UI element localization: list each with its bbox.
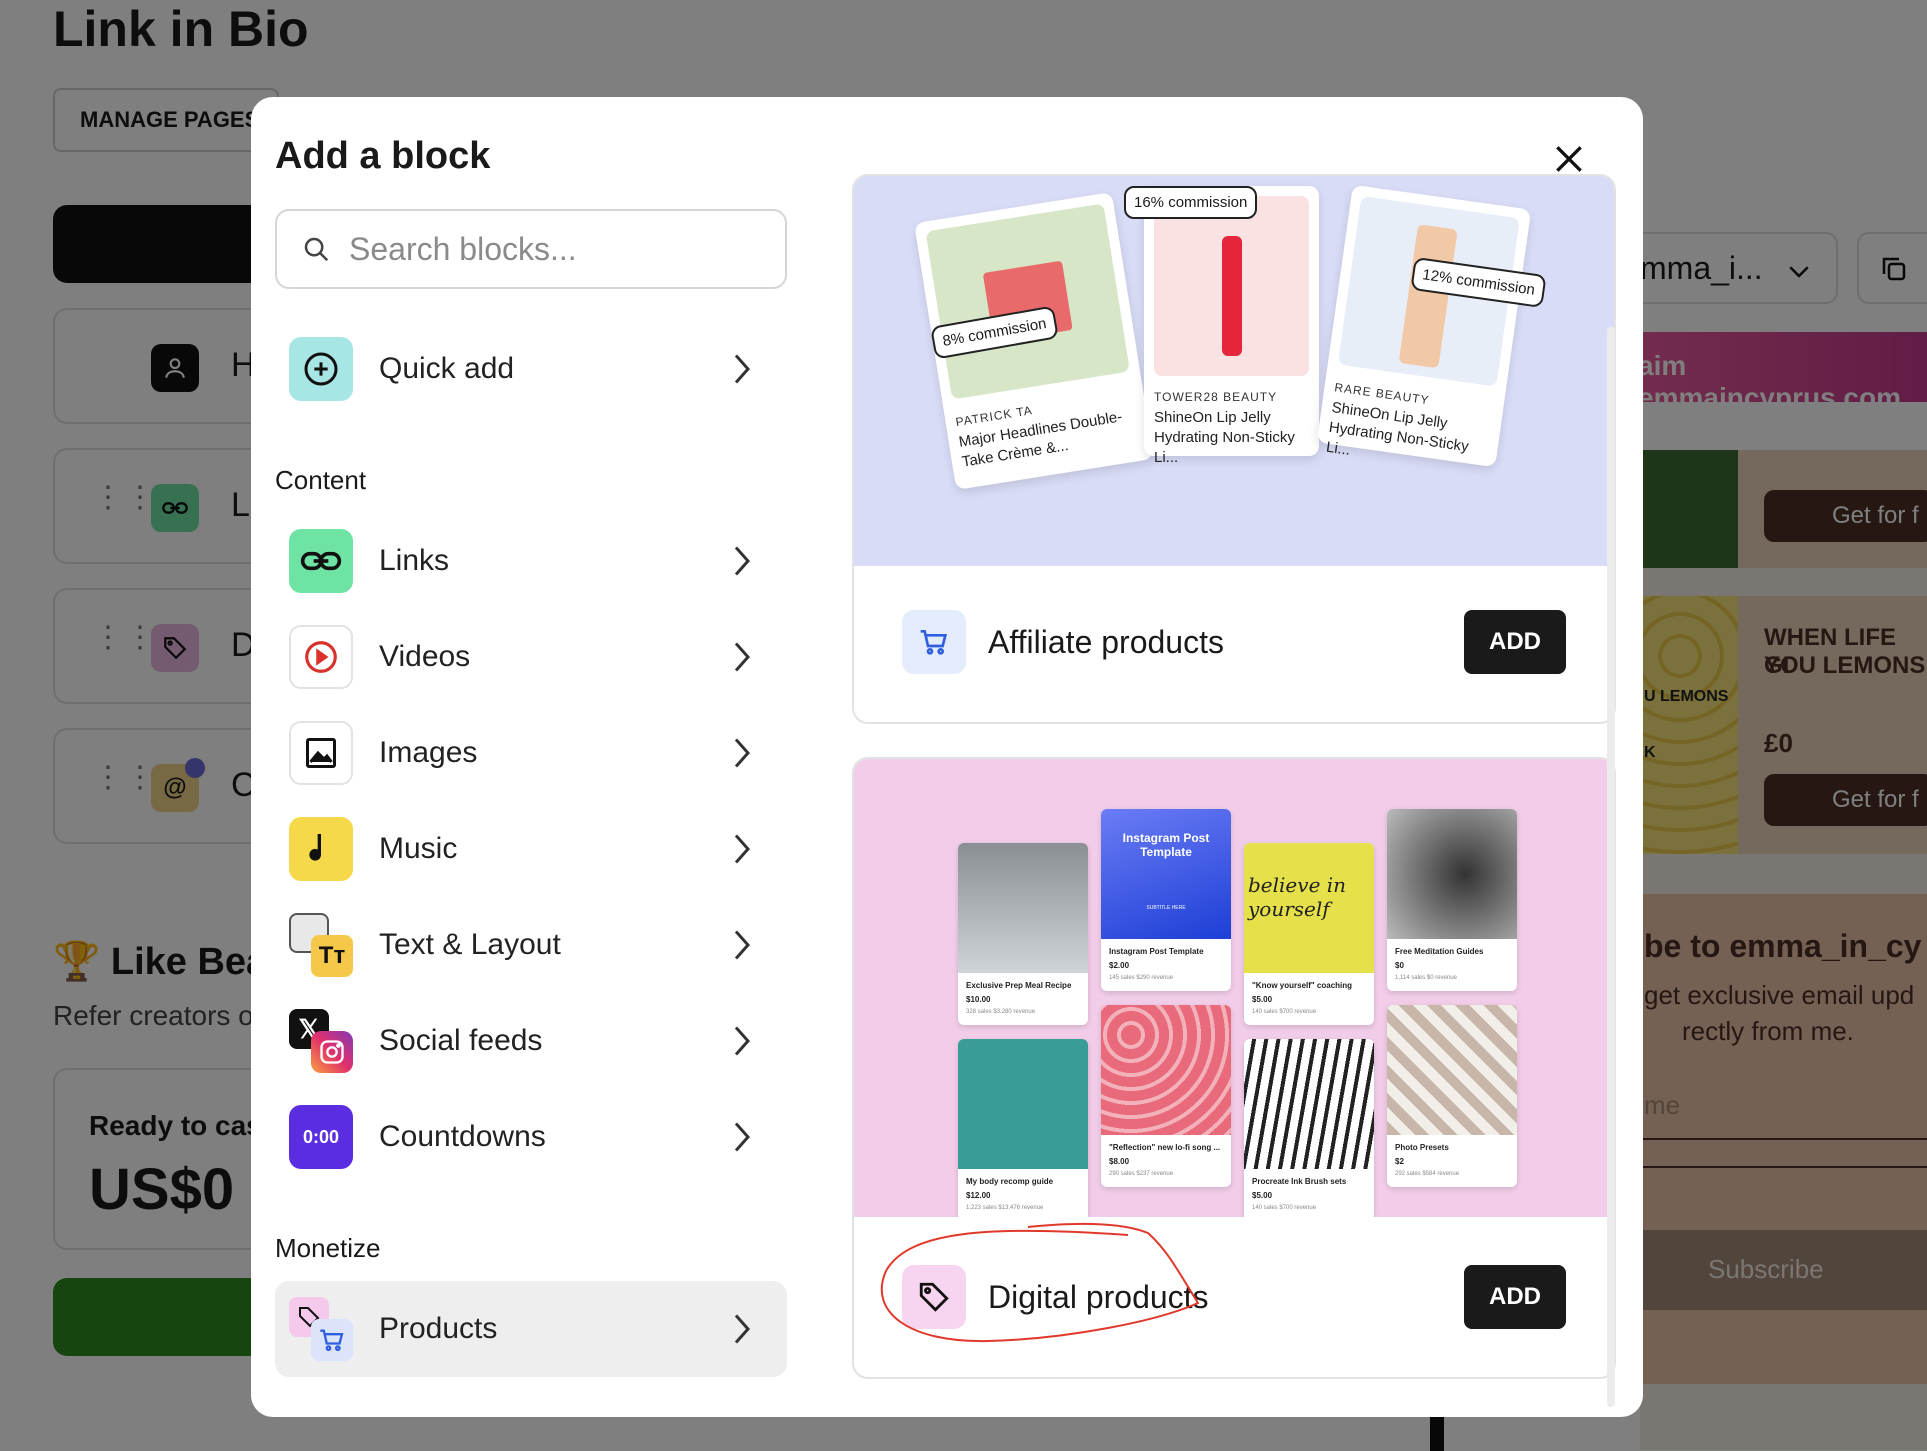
digital-product-tile: Procreate Ink Brush sets $5.00 140 sales… bbox=[1244, 1039, 1374, 1217]
tile-price: $2.00 bbox=[1109, 961, 1130, 970]
digital-product-tile: Free Meditation Guides $0 1,114 sales $0… bbox=[1387, 809, 1517, 991]
social-feeds-icon: 𝕏 bbox=[289, 1009, 353, 1073]
tile-price: $12.00 bbox=[966, 1191, 991, 1200]
product-brand: TOWER28 BEAUTY bbox=[1154, 390, 1278, 404]
block-options-list: PATRICK TA Major Headlines Double-Take C… bbox=[852, 174, 1624, 1417]
digital-product-tile: Instagram Post Template SUBTITLE HERE In… bbox=[1101, 809, 1231, 991]
digital-preview: Exclusive Prep Meal Recipe $10.00 328 sa… bbox=[854, 759, 1614, 1217]
tile-name: My body recomp guide bbox=[966, 1177, 1054, 1186]
tile-name: Exclusive Prep Meal Recipe bbox=[966, 981, 1072, 990]
affiliate-product-card: RARE BEAUTY ShineOn Lip Jelly Hydrating … bbox=[1316, 184, 1532, 468]
tile-name: "Know yourself" coaching bbox=[1252, 981, 1353, 990]
tile-name: Free Meditation Guides bbox=[1395, 947, 1484, 956]
chevron-right-icon bbox=[734, 1122, 751, 1152]
digital-product-tile: Exclusive Prep Meal Recipe $10.00 328 sa… bbox=[958, 843, 1088, 1025]
template-title: Instagram Post Template bbox=[1122, 831, 1210, 859]
chevron-right-icon bbox=[734, 546, 751, 576]
section-label-content: Content bbox=[275, 465, 367, 495]
menu-item-label: Social feeds bbox=[379, 1024, 543, 1057]
menu-item-countdowns[interactable]: 0:00 Countdowns bbox=[275, 1089, 787, 1185]
menu-item-text-layout[interactable]: Tт Text & Layout bbox=[275, 897, 787, 993]
products-icon bbox=[289, 1297, 353, 1361]
menu-item-label: Quick add bbox=[379, 352, 515, 385]
link-icon bbox=[289, 529, 353, 593]
tile-name: Instagram Post Template bbox=[1109, 947, 1204, 956]
digital-product-tile: "Reflection" new lo-fi song ... $8.00 29… bbox=[1101, 1005, 1231, 1187]
menu-item-label: Music bbox=[379, 832, 458, 865]
tile-stats: 1,114 sales $0 revenue bbox=[1395, 975, 1457, 981]
tile-name: Procreate Ink Brush sets bbox=[1252, 1177, 1347, 1186]
chevron-right-icon bbox=[734, 354, 751, 384]
chevron-right-icon bbox=[734, 1026, 751, 1056]
tile-name: "Reflection" new lo-fi song ... bbox=[1109, 1143, 1221, 1152]
text-layout-icon: Tт bbox=[289, 913, 353, 977]
play-icon bbox=[289, 625, 353, 689]
menu-item-music[interactable]: Music bbox=[275, 801, 787, 897]
menu-item-videos[interactable]: Videos bbox=[275, 609, 787, 705]
commission-badge: 16% commission bbox=[1124, 186, 1258, 219]
music-note-icon bbox=[289, 817, 353, 881]
tile-name: Photo Presets bbox=[1395, 1143, 1449, 1152]
card-label: Affiliate products bbox=[988, 623, 1224, 660]
menu-item-label: Products bbox=[379, 1312, 498, 1345]
menu-item-social-feeds[interactable]: 𝕏 Social feeds bbox=[275, 993, 787, 1089]
cart-icon bbox=[902, 610, 966, 674]
tile-stats: 140 sales $700 revenue bbox=[1252, 1009, 1317, 1015]
menu-item-quick-add[interactable]: Quick add bbox=[275, 321, 787, 417]
chevron-right-icon bbox=[734, 1314, 751, 1344]
countdown-icon: 0:00 bbox=[289, 1105, 353, 1169]
product-image bbox=[925, 203, 1130, 400]
tile-price: $0 bbox=[1395, 961, 1404, 970]
digital-product-tile: believe in yourself "Know yourself" coac… bbox=[1244, 843, 1374, 1025]
product-image bbox=[1154, 196, 1309, 376]
affiliate-products-card[interactable]: PATRICK TA Major Headlines Double-Take C… bbox=[852, 174, 1616, 724]
card-footer: Affiliate products ADD bbox=[854, 562, 1614, 722]
scrollbar[interactable] bbox=[1607, 327, 1615, 1407]
chevron-right-icon bbox=[734, 738, 751, 768]
add-block-modal: Add a block Quick add Content Links Vide… bbox=[251, 97, 1643, 1417]
tile-price: $5.00 bbox=[1252, 1191, 1273, 1200]
product-name: ShineOn Lip Jelly Hydrating Non-Sticky L… bbox=[1154, 409, 1295, 466]
product-name: ShineOn Lip Jelly Hydrating Non-Sticky L… bbox=[1325, 399, 1470, 459]
tile-stats: 328 sales $3,280 revenue bbox=[966, 1009, 1036, 1015]
add-affiliate-button[interactable]: ADD bbox=[1464, 610, 1566, 674]
image-icon bbox=[289, 721, 353, 785]
template-subtitle: SUBTITLE HERE bbox=[1146, 905, 1186, 911]
menu-item-label: Text & Layout bbox=[379, 928, 561, 961]
digital-products-card[interactable]: Exclusive Prep Meal Recipe $10.00 328 sa… bbox=[852, 757, 1616, 1379]
close-button[interactable] bbox=[1549, 139, 1589, 179]
menu-item-label: Countdowns bbox=[379, 1120, 546, 1153]
menu-item-label: Images bbox=[379, 736, 478, 769]
chevron-right-icon bbox=[734, 930, 751, 960]
add-digital-button[interactable]: ADD bbox=[1464, 1265, 1566, 1329]
affiliate-product-card: TOWER28 BEAUTY ShineOn Lip Jelly Hydrati… bbox=[1144, 186, 1319, 466]
menu-item-products[interactable]: Products bbox=[275, 1281, 787, 1377]
believe-text: believe in yourself bbox=[1248, 873, 1347, 921]
menu-item-links[interactable]: Links bbox=[275, 513, 787, 609]
menu-item-images[interactable]: Images bbox=[275, 705, 787, 801]
tile-price: $5.00 bbox=[1252, 995, 1273, 1004]
digital-product-tile: My body recomp guide $12.00 1,223 sales … bbox=[958, 1039, 1088, 1217]
annotation-circle bbox=[880, 1222, 1200, 1343]
tile-stats: 292 sales $584 revenue bbox=[1395, 1171, 1460, 1177]
chevron-right-icon bbox=[734, 642, 751, 672]
tile-stats: 290 sales $237 revenue bbox=[1109, 1171, 1174, 1177]
search-icon bbox=[304, 237, 329, 262]
search-field[interactable] bbox=[275, 209, 787, 289]
modal-title: Add a block bbox=[275, 135, 491, 177]
tile-price: $8.00 bbox=[1109, 1157, 1130, 1166]
plus-circle-icon bbox=[289, 337, 353, 401]
tile-stats: 145 sales $290 revenue bbox=[1109, 975, 1174, 981]
menu-item-label: Links bbox=[379, 544, 450, 577]
menu-item-label: Videos bbox=[379, 640, 471, 673]
section-label-monetize: Monetize bbox=[275, 1233, 381, 1263]
chevron-right-icon bbox=[734, 834, 751, 864]
search-input[interactable] bbox=[347, 229, 751, 269]
close-icon bbox=[1556, 146, 1582, 172]
tile-price: $10.00 bbox=[966, 995, 991, 1004]
affiliate-preview: PATRICK TA Major Headlines Double-Take C… bbox=[854, 176, 1614, 566]
tile-price: $2 bbox=[1395, 1157, 1404, 1166]
digital-product-tile: Photo Presets $2 292 sales $584 revenue bbox=[1387, 1005, 1517, 1187]
